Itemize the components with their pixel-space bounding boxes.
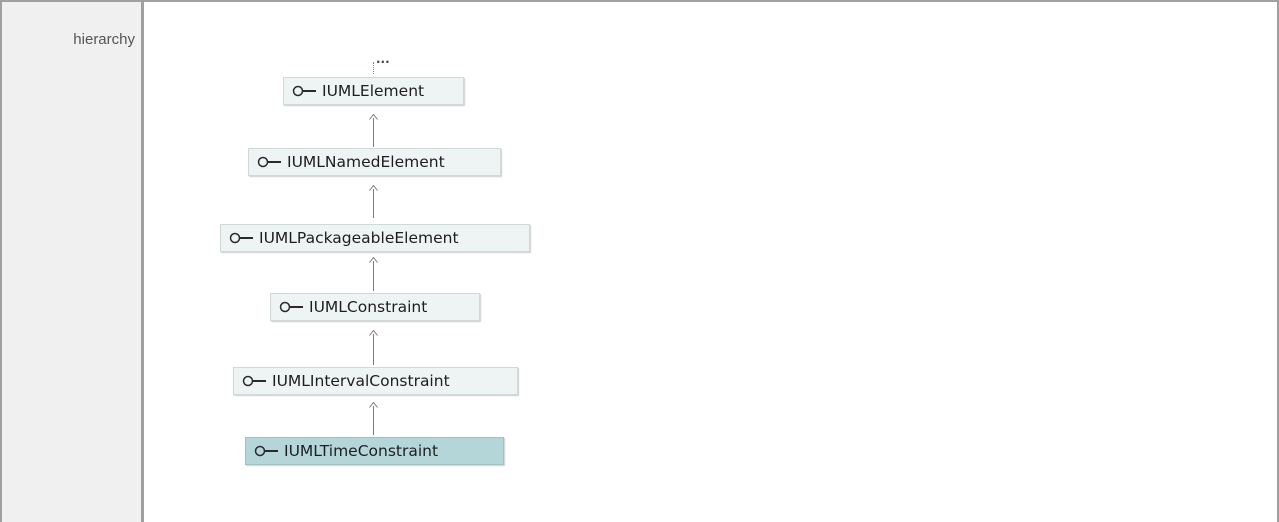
section-label: hierarchy	[73, 31, 135, 48]
interface-icon	[242, 374, 268, 388]
more-indicator[interactable]: ...	[376, 52, 390, 66]
arrowhead-icon	[369, 114, 378, 120]
inheritance-line	[373, 189, 374, 218]
arrowhead-icon	[369, 185, 378, 191]
arrowhead-icon	[369, 330, 378, 336]
more-connector	[373, 62, 375, 74]
interface-icon	[229, 231, 255, 245]
interface-icon	[292, 84, 318, 98]
node-label: IUMLTimeConstraint	[284, 442, 439, 460]
node-label: IUMLIntervalConstraint	[272, 372, 450, 390]
arrowhead-icon	[369, 402, 378, 408]
label-column: hierarchy	[2, 2, 144, 522]
node-label: IUMLElement	[322, 82, 425, 100]
interface-icon	[254, 444, 280, 458]
interface-icon	[279, 300, 305, 314]
hierarchy-diagram: ... IUMLElement IUMLNamedElement IUMLPac…	[144, 2, 1277, 514]
arrowhead-icon	[369, 257, 378, 263]
interface-icon	[257, 155, 283, 169]
node-iumlpackageableelement[interactable]: IUMLPackageableElement	[220, 224, 530, 252]
node-iumlconstraint[interactable]: IUMLConstraint	[270, 293, 480, 321]
node-iumlnamedelement[interactable]: IUMLNamedElement	[248, 148, 501, 176]
node-iumltimeconstraint[interactable]: IUMLTimeConstraint	[245, 437, 504, 465]
inheritance-line	[373, 406, 374, 435]
node-label: IUMLPackageableElement	[259, 229, 459, 247]
node-iumlintervalconstraint[interactable]: IUMLIntervalConstraint	[233, 367, 518, 395]
inheritance-line	[373, 118, 374, 147]
inheritance-line	[373, 261, 374, 291]
inheritance-line	[373, 334, 374, 365]
node-iumlelement[interactable]: IUMLElement	[283, 77, 464, 105]
node-label: IUMLConstraint	[309, 298, 428, 316]
node-label: IUMLNamedElement	[287, 153, 445, 171]
